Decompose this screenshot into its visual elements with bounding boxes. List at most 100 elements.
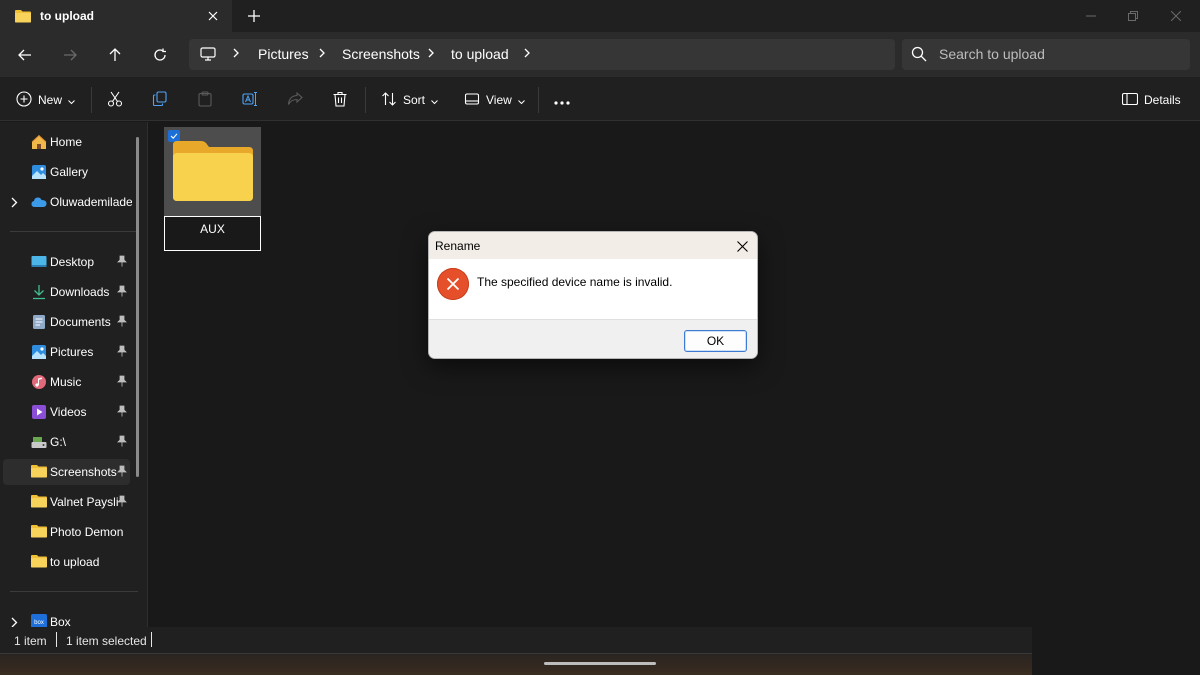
sidebar-item-screenshots[interactable]: Screenshots (3, 459, 130, 485)
tab-to-upload[interactable]: to upload (0, 0, 232, 32)
divider (91, 87, 92, 113)
ok-button[interactable]: OK (684, 330, 747, 352)
onedrive-cloud-icon (31, 194, 47, 210)
sidebar-item-pictures[interactable]: Pictures (3, 339, 130, 365)
rename-box[interactable]: AUX (164, 216, 261, 251)
navigation-pane: Home Gallery Oluwademilade Desktop Downl… (0, 122, 148, 629)
sidebar-item-gallery[interactable]: Gallery (3, 159, 130, 185)
breadcrumb-to-upload[interactable]: to upload (451, 46, 509, 62)
search-icon (911, 46, 927, 65)
refresh-icon[interactable] (148, 43, 172, 67)
file-list-area[interactable]: AUX (149, 122, 1200, 627)
minimize-icon[interactable] (1081, 6, 1101, 26)
share-icon (287, 91, 303, 110)
pin-icon[interactable] (117, 285, 127, 300)
pin-icon[interactable] (117, 375, 127, 390)
new-button[interactable]: New (16, 89, 75, 111)
documents-icon (31, 314, 47, 330)
view-label: View (486, 93, 512, 107)
cut-button[interactable] (107, 89, 123, 111)
sidebar-item-music[interactable]: Music (3, 369, 130, 395)
divider (365, 87, 366, 113)
more-dots-icon (554, 93, 570, 108)
folder-icon (31, 524, 47, 540)
pin-icon[interactable] (117, 315, 127, 330)
chevron-right-icon[interactable] (11, 196, 18, 211)
sidebar-item-label: Valnet Payslips (50, 495, 118, 509)
search-input[interactable]: Search to upload (939, 46, 1045, 62)
rename-input[interactable]: AUX (165, 222, 260, 236)
close-tab-icon[interactable] (203, 6, 223, 26)
sidebar-item-g-drive[interactable]: G:\ (3, 429, 130, 455)
close-window-icon[interactable] (1166, 6, 1186, 26)
divider (10, 591, 138, 592)
close-icon[interactable] (733, 237, 751, 255)
sidebar-item-valnet-payslips[interactable]: Valnet Payslips (3, 489, 130, 515)
sidebar-item-photo-demon[interactable]: Photo Demon (3, 519, 130, 545)
sidebar-scrollbar[interactable] (136, 137, 139, 477)
chevron-down-icon (431, 93, 438, 108)
paste-button[interactable] (197, 89, 213, 111)
navigation-bar: Pictures Screenshots to upload Search to… (0, 32, 1200, 77)
details-button[interactable]: Details (1121, 89, 1181, 111)
new-tab-icon[interactable] (244, 6, 264, 26)
command-bar: New Sort View Details (0, 77, 1200, 121)
sidebar-item-label: Documents (50, 315, 111, 329)
item-count: 1 item (14, 634, 47, 648)
home-indicator (544, 662, 656, 665)
chevron-right-icon[interactable] (318, 47, 326, 62)
copy-button[interactable] (152, 89, 168, 111)
rename-button[interactable] (242, 89, 258, 111)
this-pc-icon[interactable] (200, 47, 216, 64)
search-box[interactable]: Search to upload (902, 39, 1190, 70)
pin-icon[interactable] (117, 405, 127, 420)
restore-icon[interactable] (1123, 6, 1143, 26)
plus-circle-icon (16, 90, 32, 110)
sidebar-item-label: Oluwademilade (50, 195, 132, 209)
address-bar[interactable]: Pictures Screenshots to upload (189, 39, 895, 70)
folder-item-aux[interactable]: AUX (164, 127, 261, 251)
pin-icon[interactable] (117, 255, 127, 270)
folder-icon (15, 9, 31, 26)
sidebar-item-label: Gallery (50, 165, 89, 179)
folder-icon (31, 464, 47, 480)
sidebar-item-to-upload[interactable]: to upload (3, 549, 130, 575)
pin-icon[interactable] (117, 495, 127, 510)
svg-text:box: box (34, 620, 44, 626)
rename-icon (242, 91, 258, 110)
sidebar-item-downloads[interactable]: Downloads (3, 279, 130, 305)
pin-icon[interactable] (117, 435, 127, 450)
sidebar-item-home[interactable]: Home (3, 129, 130, 155)
pictures-icon (31, 344, 47, 360)
up-arrow-icon[interactable] (103, 43, 127, 67)
pin-icon[interactable] (117, 345, 127, 360)
sort-button[interactable]: Sort (381, 89, 438, 111)
drive-icon (31, 434, 47, 450)
view-button[interactable]: View (464, 89, 525, 111)
forward-arrow-icon[interactable] (58, 43, 82, 67)
breadcrumb-pictures[interactable]: Pictures (258, 46, 309, 62)
delete-button[interactable] (332, 89, 348, 111)
gallery-icon (31, 164, 47, 180)
sidebar-item-onedrive[interactable]: Oluwademilade (3, 189, 132, 215)
chevron-right-icon[interactable] (427, 47, 435, 62)
dialog-footer: OK (429, 319, 757, 358)
sidebar-item-label: Pictures (50, 345, 94, 359)
sidebar-item-label: Screenshots (50, 465, 117, 479)
chevron-right-icon[interactable] (232, 47, 240, 62)
dialog-title: Rename (435, 239, 481, 253)
see-more-button[interactable] (554, 89, 570, 111)
share-button[interactable] (287, 89, 303, 111)
sort-icon (381, 91, 397, 110)
back-arrow-icon[interactable] (13, 43, 37, 67)
sidebar-item-desktop[interactable]: Desktop (3, 249, 130, 275)
pin-icon[interactable] (117, 465, 127, 480)
sidebar-item-label: Photo Demon (50, 525, 124, 539)
sidebar-item-documents[interactable]: Documents (3, 309, 130, 335)
breadcrumb-screenshots[interactable]: Screenshots (342, 46, 420, 62)
home-icon (31, 134, 47, 150)
sidebar-item-videos[interactable]: Videos (3, 399, 130, 425)
view-icon (464, 91, 480, 110)
sidebar-item-label: G:\ (50, 435, 67, 449)
chevron-right-icon[interactable] (523, 47, 531, 62)
